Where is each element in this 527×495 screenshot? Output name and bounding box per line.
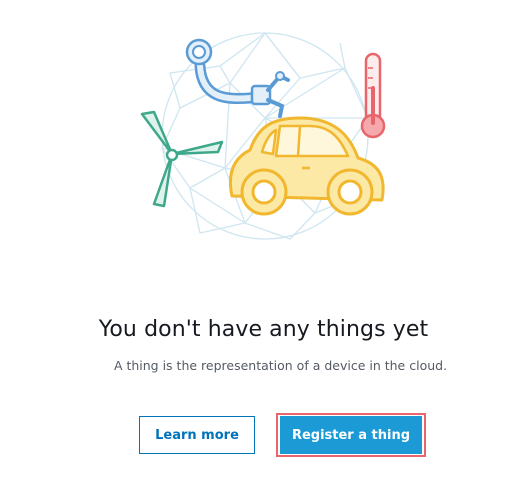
page: You don't have any things yet A thing is… [0, 0, 527, 495]
empty-state-title: You don't have any things yet [98, 317, 429, 342]
wind-turbine-icon [140, 110, 224, 208]
robot-arm-icon [185, 38, 290, 118]
learn-more-button[interactable]: Learn more [139, 416, 255, 454]
register-thing-button[interactable]: Register a thing [280, 416, 422, 454]
empty-state-subtitle: A thing is the representation of a devic… [113, 358, 448, 373]
empty-state-illustration [140, 32, 386, 240]
thermometer-icon [360, 52, 386, 139]
